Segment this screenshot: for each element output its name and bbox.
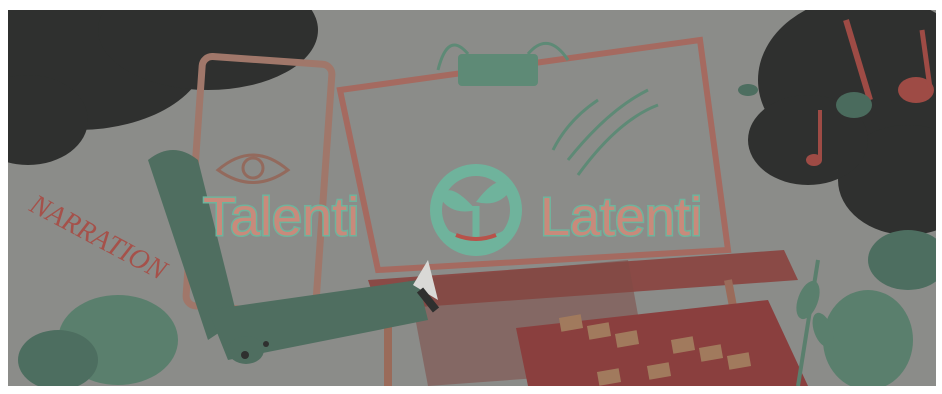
logo-word-left: Talenti — [203, 187, 359, 247]
leaf-decoration — [738, 84, 758, 96]
sprout-icon — [430, 164, 522, 256]
logo-word-right: Latenti — [540, 187, 702, 247]
page-frame: NARRATION Talenti Latenti — [0, 0, 942, 394]
hero-banner: NARRATION Talenti Latenti — [8, 10, 936, 386]
banner-illustration: NARRATION Talenti Latenti — [8, 10, 936, 386]
